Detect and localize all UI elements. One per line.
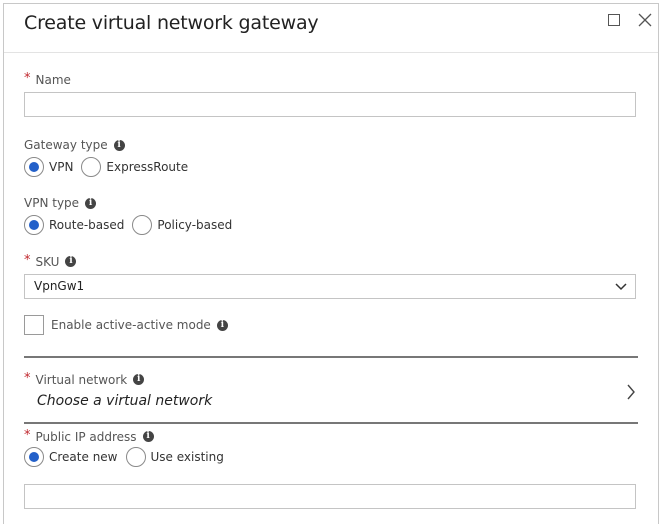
gateway-type-radio-group: VPN ExpressRoute [24,157,196,177]
maximize-button[interactable] [606,12,624,30]
radio-circle [132,215,153,235]
radio-circle [125,447,146,467]
info-icon[interactable]: i [216,319,228,331]
sku-label: * SKU i [24,253,77,269]
radio-route-based[interactable]: Route-based [24,215,124,235]
radio-policy-based[interactable]: Policy-based [132,215,232,235]
active-active-checkbox-row[interactable]: Enable active-active mode i [24,315,228,335]
radio-circle [24,215,44,235]
radio-label: ExpressRoute [106,160,189,174]
radio-selected-dot [29,162,39,172]
virtual-network-value: Choose a virtual network [37,393,213,409]
radio-circle [81,157,102,177]
info-icon[interactable]: i [133,374,145,385]
public-ip-name-input[interactable] [24,484,636,509]
name-label-text: Name [35,72,71,87]
radio-label: Route-based [49,218,125,232]
info-icon[interactable]: i [113,139,125,151]
info-icon[interactable]: i [65,256,77,267]
virtual-network-label-text: Virtual network [35,372,128,387]
chevron-down-icon [615,283,627,291]
required-asterisk: * [24,253,31,268]
radio-use-existing[interactable]: Use existing [125,447,224,467]
name-input[interactable] [24,92,636,117]
panel-title: Create virtual network gateway [24,12,319,34]
public-ip-label: * Public IP address i [24,428,154,444]
close-icon [638,13,652,27]
active-active-checkbox[interactable] [24,315,44,335]
close-button[interactable] [637,12,655,30]
maximize-icon [608,14,620,26]
sku-select[interactable]: VpnGw1 [24,274,636,299]
required-asterisk: * [24,71,31,86]
radio-selected-dot [29,220,39,230]
active-active-label: Enable active-active mode [51,318,211,332]
radio-label: Create new [49,450,118,464]
public-ip-label-text: Public IP address [35,429,137,444]
virtual-network-label: * Virtual network i [24,371,145,387]
divider [24,422,638,424]
vpn-type-label: VPN type i [24,196,97,210]
virtual-network-picker[interactable]: * Virtual network i Choose a virtual net… [24,371,636,419]
gateway-type-label-text: Gateway type [24,138,108,152]
required-asterisk: * [24,371,31,386]
radio-label: VPN [49,160,74,174]
radio-selected-dot [29,452,39,462]
vpn-type-label-text: VPN type [24,196,80,210]
info-icon[interactable]: i [85,197,97,209]
sku-selected-value: VpnGw1 [34,279,85,293]
chevron-right-icon [627,384,635,400]
panel-header: Create virtual network gateway [4,4,658,53]
radio-circle [24,157,44,177]
radio-vpn[interactable]: VPN [24,157,73,177]
public-ip-radio-group: Create new Use existing [24,447,232,467]
required-asterisk: * [24,428,31,443]
divider [24,356,638,358]
radio-label: Policy-based [157,218,233,232]
gateway-type-label: Gateway type i [24,138,125,152]
create-gateway-panel: Create virtual network gateway * Name Ga… [3,3,659,524]
name-label: * Name [24,71,71,87]
radio-circle [24,447,44,467]
vpn-type-radio-group: Route-based Policy-based [24,215,240,235]
radio-create-new[interactable]: Create new [24,447,118,467]
info-icon[interactable]: i [142,431,154,442]
radio-label: Use existing [150,450,224,464]
radio-expressroute[interactable]: ExpressRoute [81,157,188,177]
sku-label-text: SKU [35,254,60,269]
